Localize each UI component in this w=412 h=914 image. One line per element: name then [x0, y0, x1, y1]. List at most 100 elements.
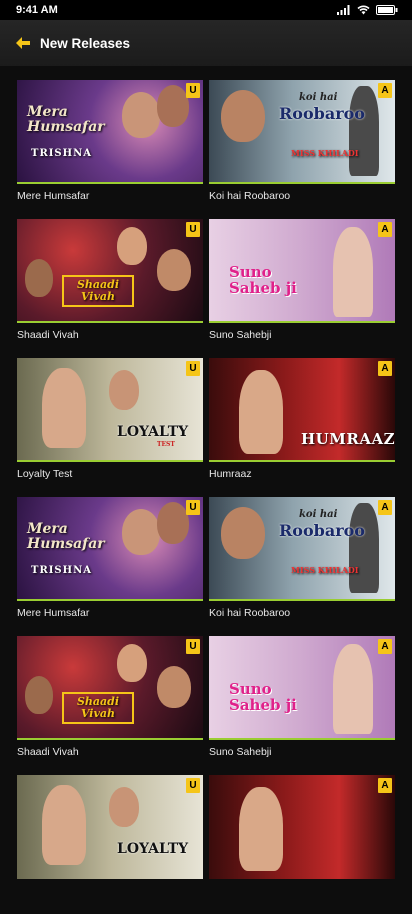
status-bar: 9:41 AM	[0, 0, 412, 20]
grid-row: Mera Humsafar TRISHNA U Mere Humsafar ko…	[17, 80, 395, 219]
release-card[interactable]: Shaadi Vivah U Shaadi Vivah	[17, 219, 203, 358]
poster-title-art: Suno Saheb ji	[229, 680, 297, 714]
card-title: Shaadi Vivah	[17, 746, 79, 758]
poster-figure	[349, 503, 379, 593]
poster-figure	[25, 259, 53, 297]
poster-figure	[122, 509, 160, 555]
poster-figure	[117, 644, 147, 682]
poster-thumbnail[interactable]: Suno Saheb ji A	[209, 636, 395, 740]
poster-thumbnail[interactable]: LOYALTY U	[17, 775, 203, 879]
poster-figure	[25, 676, 53, 714]
back-arrow-icon[interactable]	[14, 36, 32, 50]
status-time: 9:41 AM	[16, 4, 58, 16]
release-card[interactable]: LOYALTY TEST U Loyalty Test	[17, 358, 203, 497]
rating-badge: A	[378, 361, 392, 376]
poster-thumbnail[interactable]: LOYALTY TEST U	[17, 358, 203, 462]
progress-bar	[17, 321, 203, 323]
poster-thumbnail[interactable]: HUMRAAZ A	[209, 358, 395, 462]
poster-figure	[157, 85, 189, 127]
page-title: New Releases	[40, 35, 131, 51]
poster-title-art: Roobaroo	[279, 104, 365, 123]
progress-bar	[209, 182, 395, 184]
poster-figure	[221, 507, 265, 559]
rating-badge: A	[378, 639, 392, 654]
rating-badge: U	[186, 222, 200, 237]
rating-badge: U	[186, 83, 200, 98]
rating-badge: U	[186, 639, 200, 654]
progress-bar	[209, 321, 395, 323]
poster-figure	[157, 666, 191, 708]
release-card[interactable]: Suno Saheb ji A Suno Sahebji	[209, 636, 395, 775]
poster-title-art: LOYALTY	[117, 841, 189, 857]
poster-subtitle-art: TEST	[157, 441, 175, 448]
wifi-icon	[357, 5, 370, 15]
poster-pre-art: koi hai	[299, 92, 338, 103]
poster-figure	[42, 785, 86, 865]
top-app-bar: New Releases	[0, 20, 412, 66]
card-title: Loyalty Test	[17, 468, 73, 480]
progress-bar	[17, 738, 203, 740]
poster-thumbnail[interactable]: koi hai Roobaroo MISS KHILADI A	[209, 497, 395, 601]
poster-subtitle-art: TRISHNA	[31, 148, 92, 159]
battery-icon	[376, 5, 398, 15]
poster-thumbnail[interactable]: Mera Humsafar TRISHNA U	[17, 80, 203, 184]
poster-figure	[157, 249, 191, 291]
poster-title-art: LOYALTY	[117, 424, 189, 440]
rating-badge: A	[378, 500, 392, 515]
poster-figure	[42, 368, 86, 448]
poster-subtitle-art: TRISHNA	[31, 565, 92, 576]
rating-badge: A	[378, 222, 392, 237]
poster-figure	[157, 502, 189, 544]
poster-figure	[349, 86, 379, 176]
progress-bar	[209, 599, 395, 601]
progress-bar	[17, 460, 203, 462]
signal-icon	[337, 5, 350, 15]
progress-bar	[17, 182, 203, 184]
card-title: Suno Sahebji	[209, 329, 272, 341]
poster-figure	[117, 227, 147, 265]
release-card[interactable]: koi hai Roobaroo MISS KHILADI A Koi hai …	[209, 497, 395, 636]
poster-figure	[109, 370, 139, 410]
poster-title-art: HUMRAAZ	[301, 430, 395, 448]
release-card[interactable]: Mera Humsafar TRISHNA U Mere Humsafar	[17, 80, 203, 219]
rating-badge: A	[378, 83, 392, 98]
release-card[interactable]: A	[209, 775, 395, 914]
poster-figure	[221, 90, 265, 142]
poster-thumbnail[interactable]: A	[209, 775, 395, 879]
card-title: Koi hai Roobaroo	[209, 607, 291, 619]
release-card[interactable]: Mera Humsafar TRISHNA U Mere Humsafar	[17, 497, 203, 636]
poster-title-art: Shaadi Vivah	[62, 692, 134, 724]
card-title: Koi hai Roobaroo	[209, 190, 291, 202]
poster-thumbnail[interactable]: Suno Saheb ji A	[209, 219, 395, 323]
grid-row: LOYALTY TEST U Loyalty Test HUMRAAZ A Hu…	[17, 358, 395, 497]
poster-title-art: Mera Humsafar	[27, 104, 105, 135]
poster-pre-art: koi hai	[299, 509, 338, 520]
poster-title-art: Roobaroo	[279, 521, 365, 540]
release-card[interactable]: koi hai Roobaroo MISS KHILADI A Koi hai …	[209, 80, 395, 219]
poster-thumbnail[interactable]: Shaadi Vivah U	[17, 219, 203, 323]
release-card[interactable]: Shaadi Vivah U Shaadi Vivah	[17, 636, 203, 775]
poster-thumbnail[interactable]: Mera Humsafar TRISHNA U	[17, 497, 203, 601]
poster-thumbnail[interactable]: koi hai Roobaroo MISS KHILADI A	[209, 80, 395, 184]
poster-figure	[109, 787, 139, 827]
poster-figure	[333, 227, 373, 317]
card-title: Mere Humsafar	[17, 607, 90, 619]
card-title: Mere Humsafar	[17, 190, 90, 202]
status-icons	[337, 5, 398, 15]
progress-bar	[209, 738, 395, 740]
releases-grid: Mera Humsafar TRISHNA U Mere Humsafar ko…	[17, 80, 395, 914]
grid-row: Shaadi Vivah U Shaadi Vivah Suno Saheb j…	[17, 219, 395, 358]
card-title: Humraaz	[209, 468, 252, 480]
poster-thumbnail[interactable]: Shaadi Vivah U	[17, 636, 203, 740]
poster-title-art: Mera Humsafar	[27, 521, 105, 552]
release-card[interactable]: LOYALTY U	[17, 775, 203, 914]
rating-badge: U	[186, 778, 200, 793]
grid-row: Mera Humsafar TRISHNA U Mere Humsafar ko…	[17, 497, 395, 636]
grid-row: LOYALTY U A	[17, 775, 395, 914]
progress-bar	[17, 599, 203, 601]
release-card[interactable]: Suno Saheb ji A Suno Sahebji	[209, 219, 395, 358]
card-title: Suno Sahebji	[209, 746, 272, 758]
rating-badge: A	[378, 778, 392, 793]
rating-badge: U	[186, 361, 200, 376]
release-card[interactable]: HUMRAAZ A Humraaz	[209, 358, 395, 497]
